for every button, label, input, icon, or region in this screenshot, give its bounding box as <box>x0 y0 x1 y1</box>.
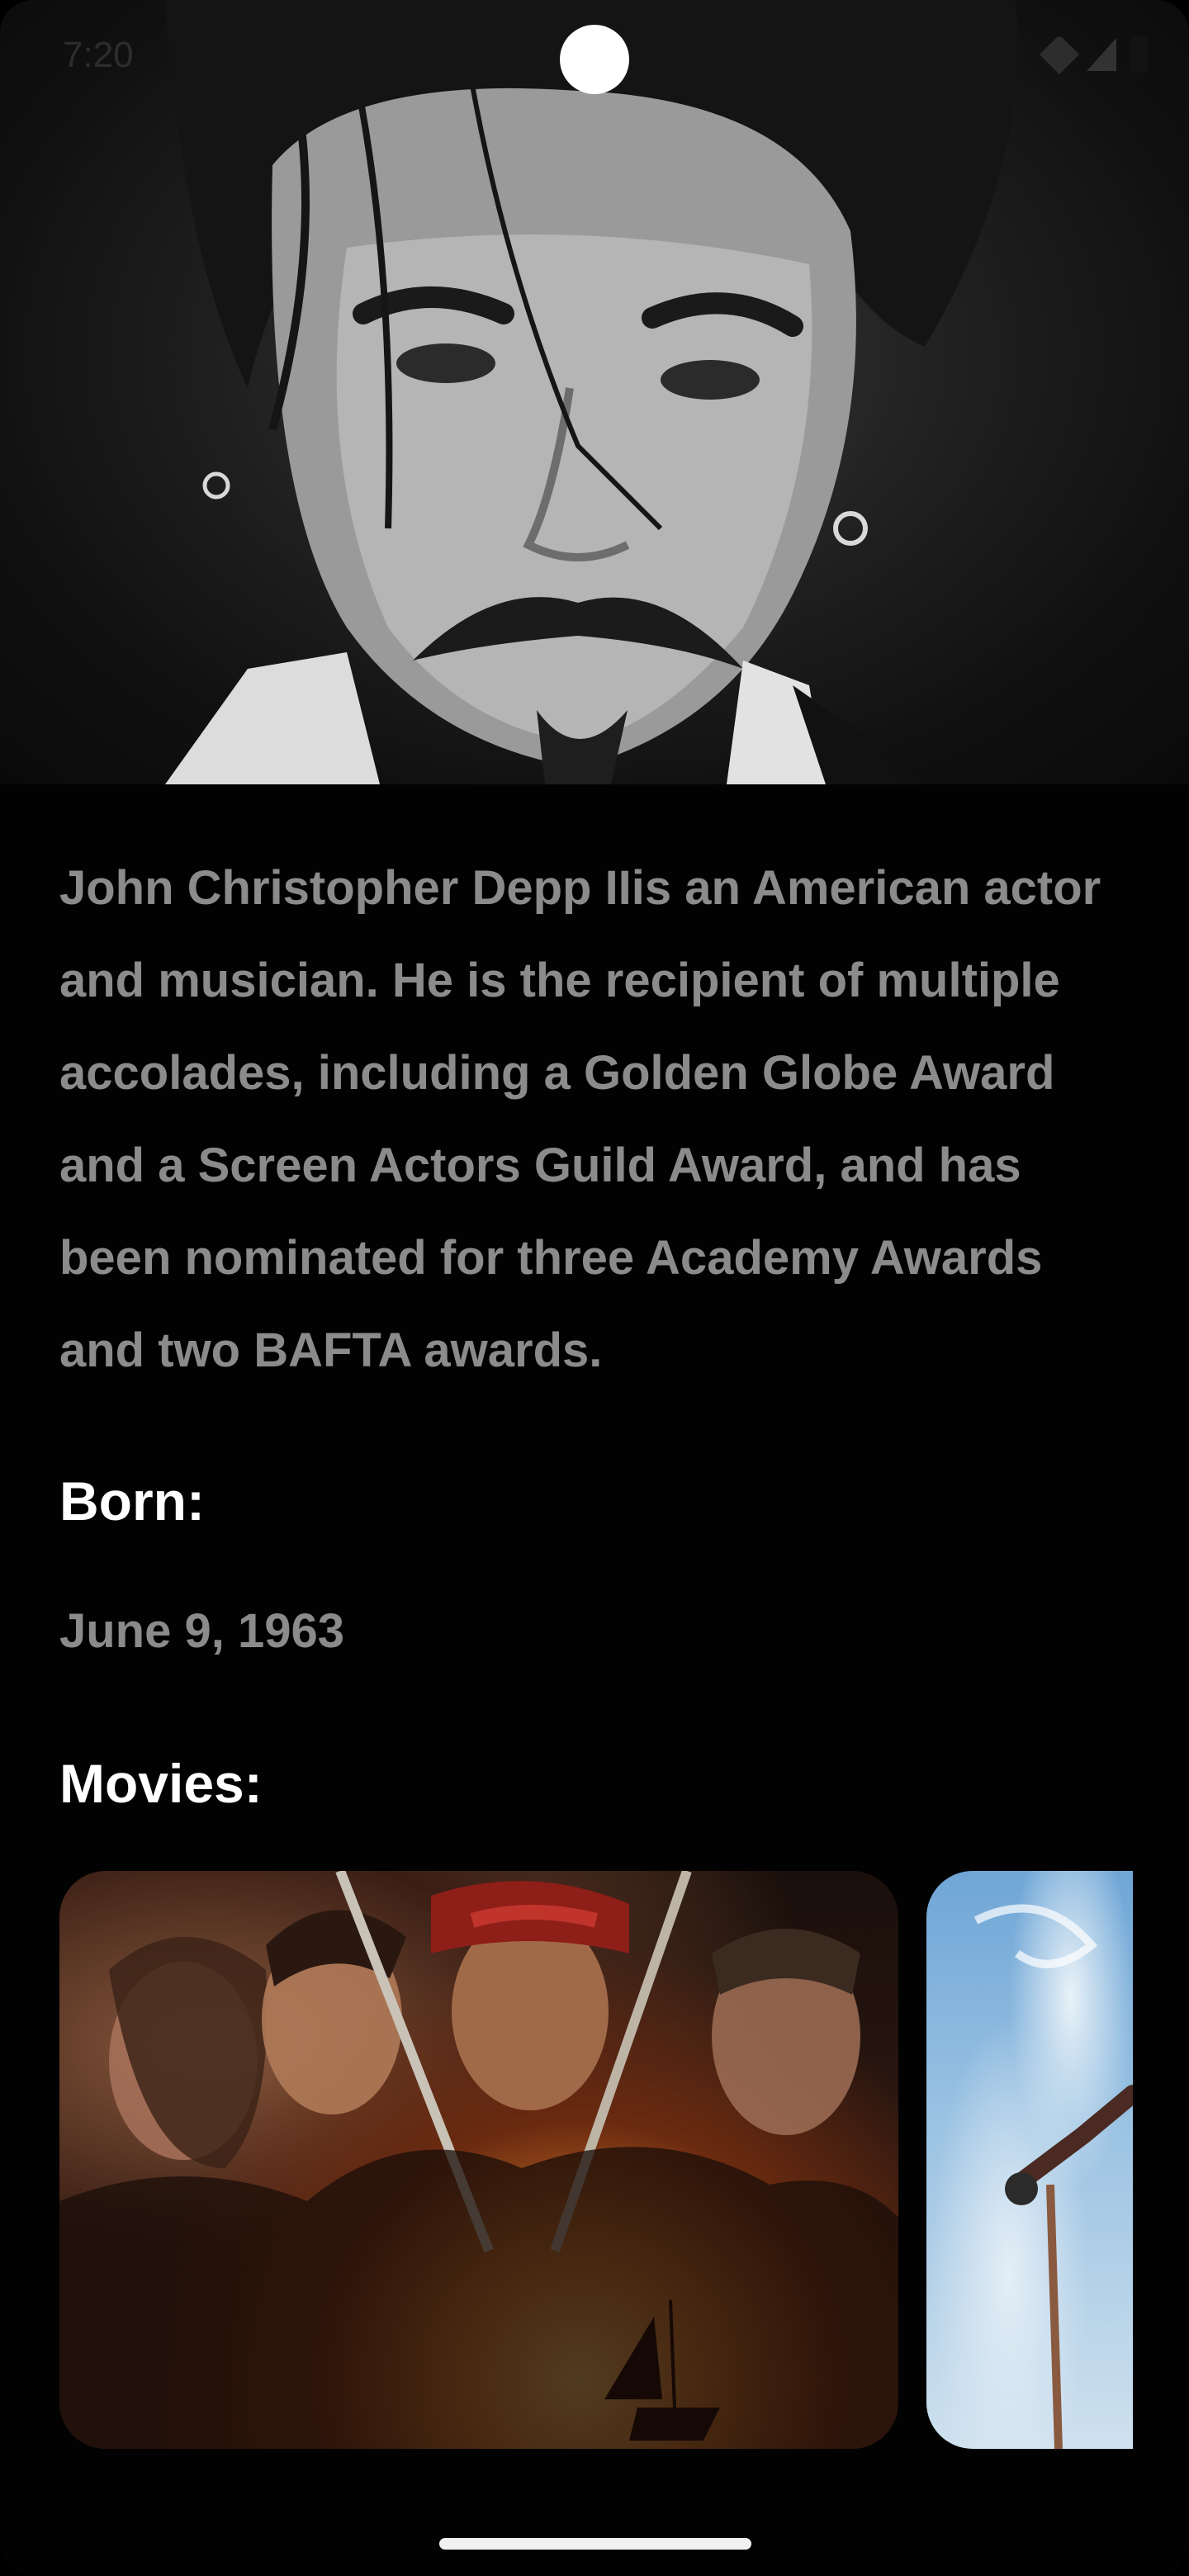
status-time: 7:20 <box>63 35 134 75</box>
camera-cutout <box>560 25 629 94</box>
signal-icon <box>1087 38 1116 71</box>
wifi-icon <box>1039 34 1080 75</box>
movie-poster[interactable] <box>926 1871 1133 2449</box>
actor-detail-screen: 7:20 John Christopher Depp IIis an Ameri… <box>0 0 1189 2576</box>
status-icons <box>1039 34 1148 75</box>
battery-icon <box>1130 36 1148 73</box>
movie-poster[interactable] <box>59 1871 898 2449</box>
born-heading: Born: <box>59 1470 205 1532</box>
born-date: June 9, 1963 <box>59 1604 344 1658</box>
home-indicator[interactable] <box>439 2538 751 2550</box>
actor-bio: John Christopher Depp IIis an American a… <box>59 861 1101 1377</box>
actor-info: John Christopher Depp IIis an American a… <box>59 842 1133 1397</box>
movies-heading: Movies: <box>59 1753 263 1814</box>
actor-portrait-image <box>0 0 1189 784</box>
